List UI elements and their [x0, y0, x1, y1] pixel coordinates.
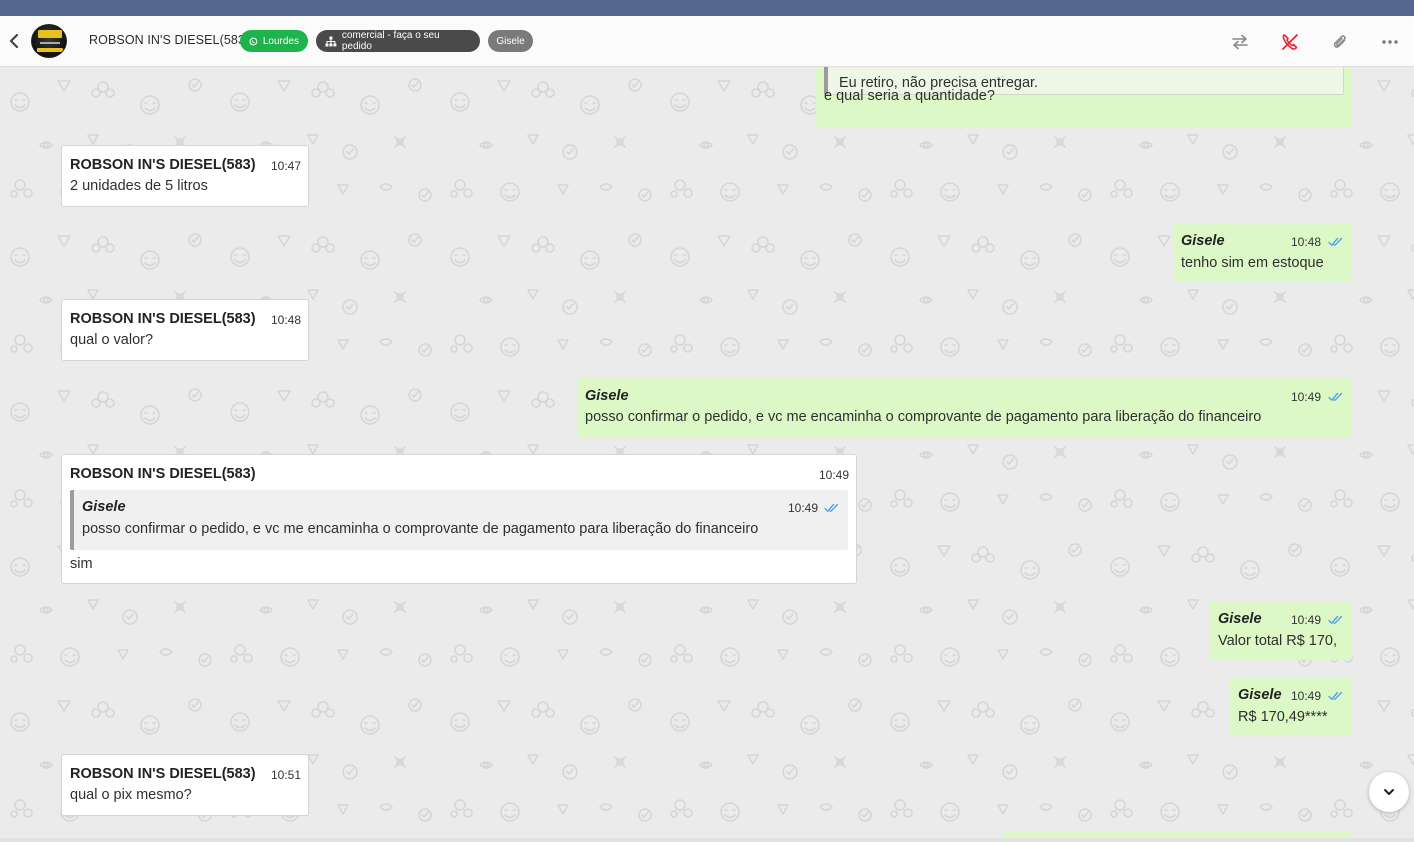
message-text: e qual seria a quantidade?	[824, 88, 995, 104]
message-incoming[interactable]: ROBSON IN'S DIESEL(583) 10:51 qual o pix…	[61, 754, 309, 816]
department-label: comercial - faça o seu pedido	[341, 30, 440, 52]
message-incoming[interactable]: ROBSON IN'S DIESEL(583) 10:47 2 unidades…	[61, 145, 309, 207]
department-badge: comercial - faça o seu pedido	[316, 30, 480, 52]
message-time: 10:51	[271, 768, 302, 782]
read-ticks-icon	[1328, 237, 1343, 246]
message-incoming[interactable]: ROBSON IN'S DIESEL(583) 10:49 Gisele 10:…	[61, 454, 857, 584]
message-time: 10:49	[1291, 390, 1322, 404]
message-outgoing[interactable]: Gisele 10:48 tenho sim em estoque	[1173, 223, 1352, 282]
message-incoming[interactable]: ROBSON IN'S DIESEL(583) 10:48 qual o val…	[61, 299, 309, 361]
message-sender: ROBSON IN'S DIESEL(583)	[70, 157, 256, 173]
message-time: 10:48	[271, 313, 302, 327]
bottom-divider	[0, 838, 1414, 842]
message-text: sim	[70, 556, 93, 572]
quoted-sender: Gisele	[82, 499, 126, 515]
message-time: 10:49	[819, 468, 850, 482]
message-sender: Gisele	[585, 388, 629, 404]
more-icon[interactable]	[1377, 29, 1403, 55]
avatar[interactable]	[31, 24, 67, 58]
message-text: posso confirmar o pedido, e vc me encami…	[585, 409, 1262, 425]
attach-icon[interactable]	[1327, 29, 1353, 55]
message-outgoing[interactable]: Gisele 10:49 posso confirmar o pedido, e…	[577, 378, 1352, 437]
message-time: 10:48	[1291, 235, 1322, 249]
read-ticks-icon	[824, 503, 839, 512]
hangup-icon[interactable]	[1277, 29, 1303, 55]
window-top-bar	[0, 0, 1414, 16]
message-sender: Gisele	[1238, 687, 1282, 703]
message-sender: Gisele	[1181, 233, 1225, 249]
whatsapp-user-label: Lourdes	[262, 35, 299, 47]
message-text: 2 unidades de 5 litros	[70, 178, 208, 194]
chevron-down-icon	[1384, 789, 1394, 795]
quoted-message[interactable]: Gisele 10:49 posso confirmar o pedido, e…	[70, 490, 848, 550]
message-text: tenho sim em estoque	[1181, 255, 1324, 271]
message-outgoing[interactable]: Eu retiro, não precisa entregar. e qual …	[816, 67, 1352, 128]
message-text: qual o pix mesmo?	[70, 787, 192, 803]
whatsapp-icon	[249, 37, 258, 45]
agent-label: Gisele	[496, 35, 525, 47]
message-sender: ROBSON IN'S DIESEL(583)	[70, 766, 256, 782]
read-ticks-icon	[1328, 392, 1343, 401]
message-sender: Gisele	[1218, 611, 1262, 627]
message-outgoing[interactable]: Gisele 10:49 Valor total R$ 170,	[1210, 601, 1352, 660]
message-text: R$ 170,49****	[1238, 709, 1328, 725]
message-text: Valor total R$ 170,	[1218, 633, 1338, 649]
chat-area[interactable]: Eu retiro, não precisa entregar. e qual …	[0, 67, 1414, 838]
sitemap-icon	[325, 36, 337, 46]
agent-badge: Gisele	[488, 30, 533, 52]
quoted-text: posso confirmar o pedido, e vc me encami…	[82, 521, 759, 537]
message-time: 10:49	[1291, 613, 1322, 627]
message-text: qual o valor?	[70, 332, 154, 348]
quoted-time: 10:49	[788, 501, 819, 515]
back-icon[interactable]	[4, 30, 24, 52]
scroll-down-button[interactable]	[1369, 772, 1409, 812]
read-ticks-icon	[1328, 615, 1343, 624]
chat-header: ROBSON IN'S DIESEL(583) Lourdes comercia…	[0, 16, 1414, 67]
whatsapp-user-badge: Lourdes	[240, 30, 308, 52]
message-time: 10:49	[1291, 689, 1322, 703]
message-sender: ROBSON IN'S DIESEL(583)	[70, 311, 256, 327]
message-time: 10:47	[271, 159, 302, 173]
message-outgoing[interactable]: Gisele 10:49 R$ 170,49****	[1230, 677, 1352, 736]
transfer-icon[interactable]	[1227, 29, 1253, 55]
read-ticks-icon	[1328, 691, 1343, 700]
message-sender: ROBSON IN'S DIESEL(583)	[70, 466, 256, 482]
contact-name[interactable]: ROBSON IN'S DIESEL(583)	[89, 33, 249, 47]
